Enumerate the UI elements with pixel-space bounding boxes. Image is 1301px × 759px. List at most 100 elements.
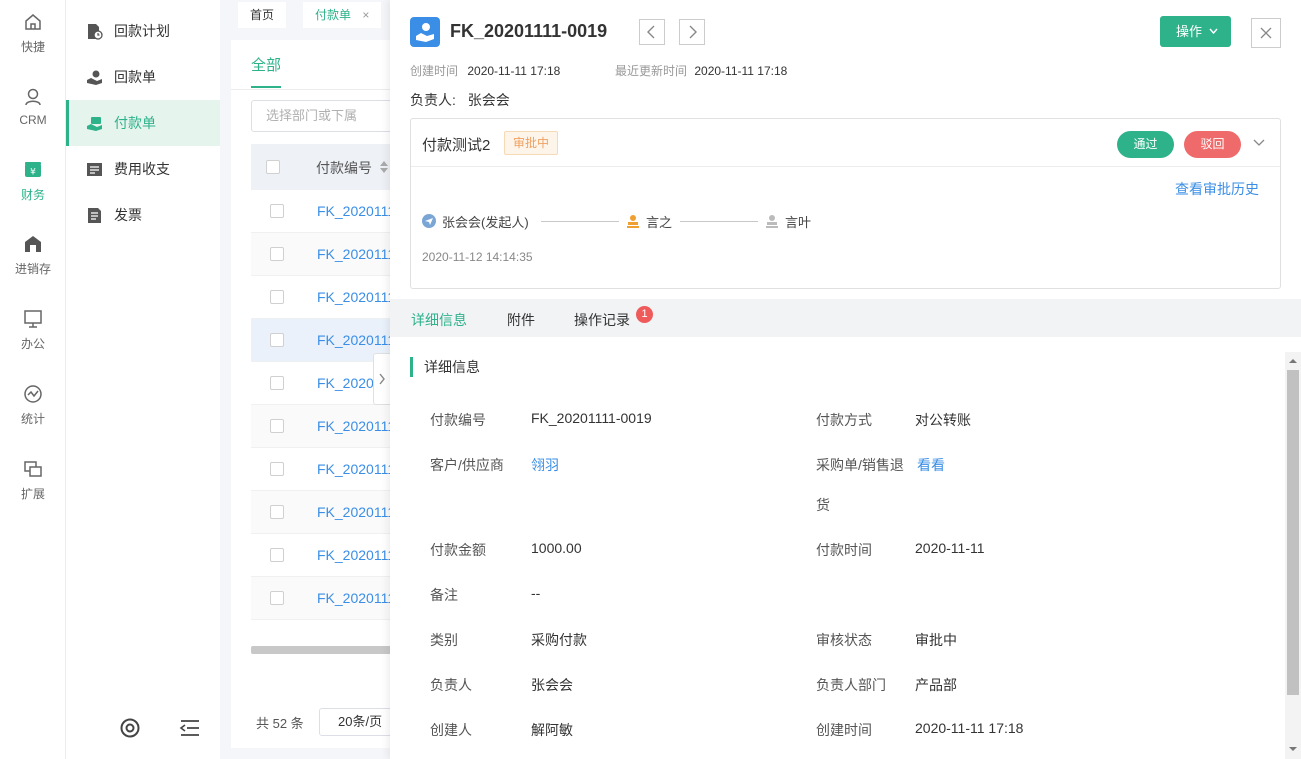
stats-icon xyxy=(24,384,42,403)
table-row[interactable]: FK_2020111 xyxy=(251,276,401,319)
warehouse-icon xyxy=(25,235,41,252)
rail-item-stats[interactable]: 统计 xyxy=(0,372,66,438)
chevron-down-icon[interactable] xyxy=(1250,133,1268,151)
rail-item-office[interactable]: 办公 xyxy=(0,297,66,363)
field-label-dept: 负责人部门 xyxy=(816,677,886,693)
row-pay-no-link[interactable]: FK_2020111 xyxy=(317,246,395,262)
rail-label-stats: 统计 xyxy=(20,411,45,426)
table-row[interactable]: FK_2020111 xyxy=(251,534,401,577)
row-checkbox[interactable] xyxy=(270,204,284,218)
rail-item-extension[interactable]: 扩展 xyxy=(0,447,66,513)
finance-submenu: 回款计划 回款单 付款单 费用收支 发票 xyxy=(66,0,220,759)
payment-detail-drawer: FK_20201111-0019 操作 创建时间 2020-11-11 17:1… xyxy=(390,0,1301,759)
row-pay-no-link[interactable]: FK_2020111 xyxy=(317,332,395,348)
created-meta: 创建时间 2020-11-11 17:18 xyxy=(410,62,560,79)
approve-button[interactable]: 通过 xyxy=(1117,131,1174,158)
field-label-category: 类别 xyxy=(430,632,458,648)
row-pay-no-link[interactable]: FK_2020111 xyxy=(317,547,395,563)
row-checkbox[interactable] xyxy=(270,376,284,390)
row-checkbox[interactable] xyxy=(270,505,284,519)
close-drawer-button[interactable] xyxy=(1251,18,1281,48)
monitor-icon xyxy=(24,309,42,328)
field-value-purchase-link[interactable]: 看看 xyxy=(917,455,945,475)
table-row[interactable]: FK_2020111 xyxy=(251,577,401,620)
tab-detail-info[interactable]: 详细信息 xyxy=(411,310,467,330)
list-tab-all[interactable]: 全部 xyxy=(251,54,281,75)
approval-history-link[interactable]: 查看审批历史 xyxy=(1175,179,1259,199)
rail-item-inventory[interactable]: 进销存 xyxy=(0,222,66,288)
field-value-customer-link[interactable]: 翎羽 xyxy=(531,455,559,475)
tab-home[interactable]: 首页 xyxy=(238,2,287,28)
flow-connector xyxy=(680,221,758,222)
submenu-item-invoice[interactable]: 发票 xyxy=(66,192,220,238)
select-all-checkbox[interactable] xyxy=(266,160,280,174)
flow-step-label: 言叶 xyxy=(785,214,812,230)
table-row[interactable]: FK_2020111 xyxy=(251,491,401,534)
row-checkbox[interactable] xyxy=(270,462,284,476)
row-pay-no-link[interactable]: FK_2020111 xyxy=(317,590,395,606)
collapse-menu-icon[interactable] xyxy=(179,717,201,739)
row-checkbox[interactable] xyxy=(270,548,284,562)
tab-operation-log[interactable]: 操作记录 xyxy=(574,310,630,330)
scroll-down-icon[interactable] xyxy=(1287,744,1299,754)
field-label-amount: 付款金额 xyxy=(430,542,486,558)
drawer-collapse-handle[interactable] xyxy=(373,353,391,405)
table-row[interactable]: FK_2020111 xyxy=(251,233,401,276)
rail-label-extension: 扩展 xyxy=(20,486,45,501)
scroll-up-icon[interactable] xyxy=(1287,356,1299,366)
row-checkbox[interactable] xyxy=(270,591,284,605)
approval-header: 付款测试2 审批中 通过 驳回 xyxy=(411,119,1280,167)
tab-payment[interactable]: 付款单 × xyxy=(303,2,382,28)
horizontal-scrollbar[interactable] xyxy=(251,646,401,654)
rail-item-crm[interactable]: CRM xyxy=(0,74,66,140)
prev-record-button[interactable] xyxy=(639,19,665,45)
log-count-badge: 1 xyxy=(636,306,653,323)
settings-icon[interactable] xyxy=(119,717,141,739)
flow-step-approver-2: 言叶 xyxy=(765,211,811,231)
chevron-right-icon xyxy=(689,25,697,39)
flow-step-initiator: 张会会(发起人) xyxy=(422,211,529,231)
page-size-select[interactable]: 20条/页 xyxy=(319,708,401,736)
field-label-pay-method: 付款方式 xyxy=(816,412,872,428)
rail-item-finance[interactable]: ¥ 财务 xyxy=(0,148,66,214)
submenu-item-collection[interactable]: 回款单 xyxy=(66,54,220,100)
table-row[interactable]: FK_2020111 xyxy=(251,405,401,448)
field-label-pay-no: 付款编号 xyxy=(430,412,486,428)
row-pay-no-link[interactable]: FK_2020111 xyxy=(317,418,395,434)
row-checkbox[interactable] xyxy=(270,290,284,304)
reject-button[interactable]: 驳回 xyxy=(1184,131,1241,158)
rail-label-finance: 财务 xyxy=(20,187,45,202)
field-value-pay-method: 对公转账 xyxy=(915,412,971,428)
row-pay-no-link[interactable]: FK_2020111 xyxy=(317,504,395,520)
table-row[interactable]: FK_2020111 xyxy=(251,448,401,491)
person-icon xyxy=(25,88,41,106)
submenu-item-collection-plan[interactable]: 回款计划 xyxy=(66,8,220,54)
row-checkbox[interactable] xyxy=(270,419,284,433)
column-header-pay-no[interactable]: 付款编号 xyxy=(316,158,372,178)
row-pay-no-link[interactable]: FK_2020111 xyxy=(317,461,395,477)
next-record-button[interactable] xyxy=(679,19,705,45)
field-label-customer: 客户/供应商 xyxy=(430,457,504,473)
scrollbar-thumb[interactable] xyxy=(1287,370,1299,695)
chevron-left-icon xyxy=(647,25,655,39)
flow-connector xyxy=(541,221,619,222)
table-row[interactable]: FK_2020111 xyxy=(251,190,401,233)
approval-timestamp: 2020-11-12 14:14:35 xyxy=(422,250,533,264)
tab-attachments[interactable]: 附件 xyxy=(507,310,535,330)
row-pay-no-link[interactable]: FK_2020111 xyxy=(317,289,395,305)
approver-stamp-icon xyxy=(766,215,778,228)
dept-select[interactable]: 选择部门或下属 xyxy=(251,100,401,132)
row-checkbox[interactable] xyxy=(270,333,284,347)
rail-item-shortcuts[interactable]: 快捷 xyxy=(0,0,66,66)
tab-close-icon[interactable]: × xyxy=(362,8,369,22)
row-checkbox[interactable] xyxy=(270,247,284,261)
sort-icon[interactable] xyxy=(379,160,389,174)
approval-panel: 付款测试2 审批中 通过 驳回 查看审批历史 张会会(发起人) 言之 言叶 20… xyxy=(410,118,1281,289)
submenu-item-expenses[interactable]: 费用收支 xyxy=(66,146,220,192)
row-pay-no-link[interactable]: FK_2020 xyxy=(317,375,374,391)
invoice-icon xyxy=(88,207,101,223)
row-pay-no-link[interactable]: FK_2020111 xyxy=(317,203,395,219)
submenu-item-payment[interactable]: 付款单 xyxy=(66,100,220,146)
svg-text:¥: ¥ xyxy=(30,167,36,177)
operations-button[interactable]: 操作 xyxy=(1160,16,1231,47)
